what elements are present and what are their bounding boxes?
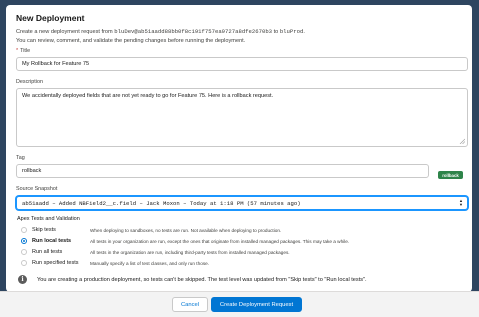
radio-run-specified-tests[interactable]: Run specified tests Manually specify a l… [21,258,466,268]
tag-label: Tag [16,155,25,161]
modal-footer: Cancel Create Deployment Request [0,291,479,317]
up-down-arrows-icon: ▲ ▼ [459,198,463,207]
radio-button-selected[interactable] [21,238,27,244]
desc-source-branch: bluDev@ab51aadd88bb0f8c191f757ea9727a8df… [114,28,273,35]
radio-description: All tests in the organization are run, i… [90,249,290,255]
new-deployment-modal: New Deployment Create a new deployment r… [6,5,472,292]
radio-description: When deploying to sandboxes, no tests ar… [90,227,282,233]
resize-grip-icon[interactable] [459,138,465,144]
tag-input[interactable]: rollback [16,164,429,178]
modal-title: New Deployment [16,13,85,23]
radio-label: Run all tests [32,249,63,255]
snapshot-select[interactable]: ab51aadd – Added NBField2__c.field – Jac… [16,196,468,210]
desc-target-branch: bluProd [279,28,304,35]
tag-badge[interactable]: rollback [438,171,463,179]
title-input[interactable]: My Rollback for Feature 75 [16,57,468,71]
title-label-text: Title [20,48,31,54]
radio-description: All tests in your organization are run, … [90,238,350,244]
radio-description: Manually specify a list of test classes,… [90,260,210,266]
radio-label: Run specified tests [32,260,79,266]
description-text: We accidentally deployed fields that are… [22,93,274,99]
radio-button[interactable] [21,249,27,255]
modal-description: Create a new deployment request from blu… [16,27,466,46]
production-notice: i You are creating a production deployme… [18,275,458,284]
create-deployment-request-button[interactable]: Create Deployment Request [211,297,302,312]
radio-run-local-tests[interactable]: Run local tests All tests in your organi… [21,236,466,246]
description-label: Description [16,79,43,85]
info-icon: i [18,275,27,284]
desc-to: to [272,29,280,35]
radio-skip-tests[interactable]: Skip tests When deploying to sandboxes, … [21,225,466,235]
radio-label: Skip tests [32,227,56,233]
description-textarea[interactable]: We accidentally deployed fields that are… [16,88,468,147]
radio-button[interactable] [21,260,27,266]
desc-prefix: Create a new deployment request from [16,29,115,35]
radio-button[interactable] [21,227,27,233]
cancel-button[interactable]: Cancel [172,297,208,312]
desc-line2: You can review, comment, and validate th… [16,38,246,44]
required-asterisk-icon: * [16,48,19,54]
desc-suffix: . [303,29,305,35]
notice-text: You are creating a production deployment… [37,276,367,283]
title-label: * Title [16,48,30,54]
apex-section-title: Apex Tests and Validation [17,216,80,222]
snapshot-label: Source Snapshot [16,186,58,192]
snapshot-value: ab51aadd – Added NBField2__c.field – Jac… [22,200,301,207]
radio-run-all-tests[interactable]: Run all tests All tests in the organizat… [21,247,466,257]
radio-label: Run local tests [32,238,72,244]
